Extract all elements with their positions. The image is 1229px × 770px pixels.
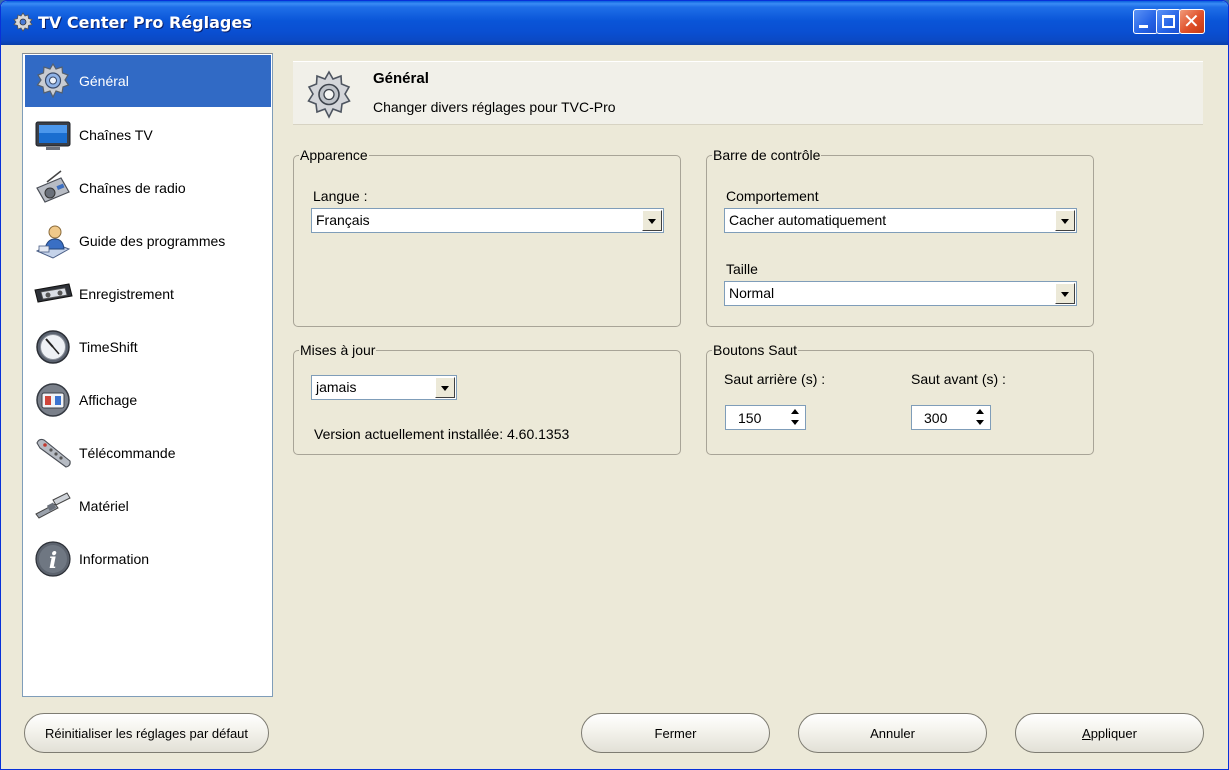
group-legend: Boutons Saut	[712, 342, 799, 358]
chevron-down-icon[interactable]	[642, 210, 662, 231]
cassette-icon	[33, 274, 73, 314]
minimize-button[interactable]	[1133, 9, 1158, 34]
combo-value: jamais	[316, 379, 357, 395]
spin-value: 300	[924, 410, 948, 426]
title-bar[interactable]: TV Center Pro Réglages ✕	[1, 1, 1228, 45]
sidebar-item-general[interactable]: Général	[25, 55, 271, 107]
accelerator-key: A	[1082, 725, 1091, 741]
sidebar-item-recording[interactable]: Enregistrement	[25, 268, 271, 320]
combo-value: Français	[316, 212, 370, 228]
close-button[interactable]: ✕	[1179, 9, 1205, 34]
sidebar-item-label: Enregistrement	[79, 286, 174, 302]
sidebar-item-hardware[interactable]: Matériel	[25, 480, 271, 532]
jump-back-stepper[interactable]: 150	[725, 405, 806, 430]
updates-group: Mises à jour jamais Version actuellement…	[293, 342, 681, 455]
sidebar-item-label: Guide des programmes	[79, 233, 226, 249]
language-select[interactable]: Français	[311, 208, 664, 233]
clock-icon	[33, 327, 73, 367]
button-label: Réinitialiser les réglages par défaut	[44, 725, 249, 741]
spin-down-icon[interactable]	[786, 418, 804, 428]
sidebar-item-label: Chaînes TV	[79, 127, 153, 143]
sidebar-item-label: TimeShift	[79, 339, 138, 355]
sidebar-item-label: Chaînes de radio	[79, 180, 186, 196]
behavior-select[interactable]: Cacher automatiquement	[724, 208, 1077, 233]
maximize-icon	[1162, 15, 1175, 28]
sidebar-item-label: Affichage	[79, 392, 138, 408]
sidebar-item-program-guide[interactable]: Guide des programmes	[25, 215, 271, 267]
sidebar-item-label: Général	[79, 73, 129, 89]
spin-buttons	[971, 407, 989, 428]
size-select[interactable]: Normal	[724, 281, 1077, 306]
jump-back-label: Saut arrière (s) :	[724, 371, 826, 387]
gear-icon	[13, 12, 33, 32]
sidebar-item-label: Information	[79, 551, 150, 567]
jump-buttons-group: Boutons Saut Saut arrière (s) : 150 Saut…	[706, 342, 1094, 455]
page-subtitle: Changer divers réglages pour TVC-Pro	[373, 99, 616, 115]
close-icon: ✕	[1183, 11, 1200, 33]
remote-control-icon	[33, 433, 73, 473]
button-label: Appliquer	[1082, 726, 1137, 741]
installed-version-text: Version actuellement installée: 4.60.135…	[314, 426, 570, 442]
display-icon	[33, 380, 73, 420]
chevron-down-icon[interactable]	[1055, 210, 1075, 231]
reset-defaults-button[interactable]: Réinitialiser les réglages par défaut	[24, 713, 269, 753]
gear-icon	[33, 61, 73, 101]
gear-icon	[307, 70, 351, 119]
language-label: Langue :	[313, 188, 368, 204]
svg-text:i: i	[49, 548, 57, 574]
close-settings-button[interactable]: Fermer	[581, 713, 770, 753]
settings-window: TV Center Pro Réglages ✕ Général Chaînes…	[0, 0, 1229, 770]
settings-category-list: Général Chaînes TV Chaînes de radio Guid…	[22, 53, 273, 697]
control-bar-group: Barre de contrôle Comportement Cacher au…	[706, 147, 1094, 327]
spin-buttons	[786, 407, 804, 428]
minimize-icon	[1139, 25, 1148, 28]
chevron-down-icon[interactable]	[435, 377, 455, 398]
size-label: Taille	[726, 261, 758, 277]
group-legend: Mises à jour	[299, 342, 377, 358]
sidebar-item-radio-channels[interactable]: Chaînes de radio	[25, 162, 271, 214]
spin-up-icon[interactable]	[971, 407, 989, 417]
spin-value: 150	[738, 410, 762, 426]
update-frequency-select[interactable]: jamais	[311, 375, 457, 400]
hardware-icon	[33, 486, 73, 526]
sidebar-item-information[interactable]: i Information	[25, 533, 271, 585]
button-label: Fermer	[654, 725, 697, 741]
sidebar-item-remote-control[interactable]: Télécommande	[25, 427, 271, 479]
jump-forward-label: Saut avant (s) :	[911, 371, 1006, 387]
sidebar-item-timeshift[interactable]: TimeShift	[25, 321, 271, 373]
button-label-rest: ppliquer	[1090, 725, 1137, 741]
page-title: Général	[373, 70, 429, 87]
sidebar-item-tv-channels[interactable]: Chaînes TV	[25, 109, 271, 161]
sidebar-item-label: Télécommande	[79, 445, 176, 461]
button-label: Annuler	[870, 725, 915, 741]
window-content: Général Chaînes TV Chaînes de radio Guid…	[5, 45, 1224, 767]
page-header: Général Changer divers réglages pour TVC…	[293, 61, 1203, 125]
apply-button[interactable]: Appliquer	[1015, 713, 1204, 753]
jump-forward-stepper[interactable]: 300	[911, 405, 991, 430]
combo-value: Cacher automatiquement	[729, 212, 887, 228]
appearance-group: Apparence Langue : Français	[293, 147, 681, 327]
info-icon: i	[33, 539, 73, 579]
spin-down-icon[interactable]	[971, 418, 989, 428]
radio-icon	[33, 168, 73, 208]
maximize-button[interactable]	[1156, 9, 1181, 34]
spin-up-icon[interactable]	[786, 407, 804, 417]
combo-value: Normal	[729, 285, 775, 301]
program-guide-icon	[33, 221, 73, 261]
window-title: TV Center Pro Réglages	[38, 13, 252, 32]
sidebar-item-label: Matériel	[79, 498, 129, 514]
tv-icon	[33, 115, 73, 155]
group-legend: Apparence	[299, 147, 369, 163]
sidebar-item-display[interactable]: Affichage	[25, 374, 271, 426]
cancel-button[interactable]: Annuler	[798, 713, 987, 753]
chevron-down-icon[interactable]	[1055, 283, 1075, 304]
behavior-label: Comportement	[726, 188, 819, 204]
group-legend: Barre de contrôle	[712, 147, 822, 163]
